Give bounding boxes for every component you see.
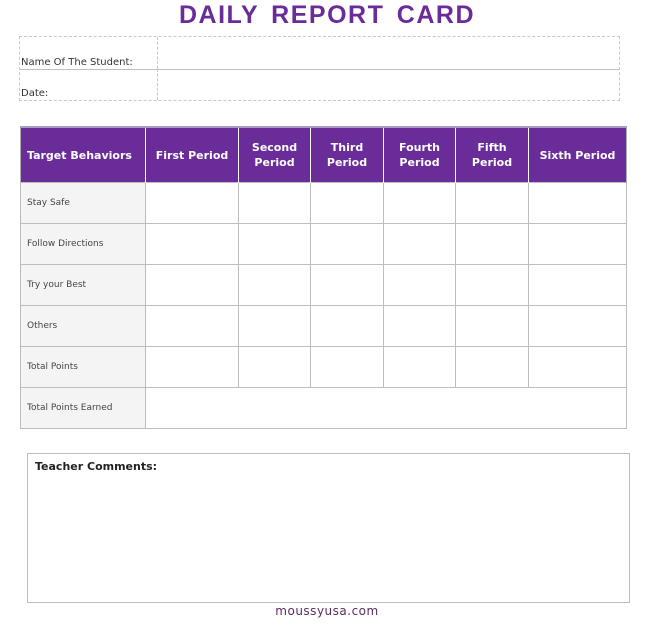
table-row: Others	[20, 305, 627, 347]
student-name-field[interactable]	[158, 37, 619, 69]
table-row: Total Points	[20, 346, 627, 388]
score-cell[interactable]	[528, 182, 627, 224]
score-cell[interactable]	[528, 346, 627, 388]
score-cell[interactable]	[145, 223, 239, 265]
footer-watermark: moussyusa.com	[275, 604, 379, 618]
table-row: Stay Safe	[20, 182, 627, 224]
score-cell[interactable]	[310, 182, 384, 224]
score-cell[interactable]	[145, 305, 239, 347]
score-cell[interactable]	[383, 182, 456, 224]
header-fifth-period: Fifth Period	[455, 126, 529, 183]
table-row-total-earned: Total Points Earned	[20, 387, 627, 429]
date-label: Date:	[20, 69, 158, 100]
header-fourth-period: Fourth Period	[383, 126, 456, 183]
score-cell[interactable]	[310, 305, 384, 347]
header-target-behaviors: Target Behaviors	[20, 126, 146, 183]
score-cell[interactable]	[455, 223, 529, 265]
score-cell[interactable]	[528, 264, 627, 306]
total-points-earned-cell[interactable]	[145, 387, 627, 429]
table-row: Try your Best	[20, 264, 627, 306]
score-cell[interactable]	[238, 346, 311, 388]
score-cell[interactable]	[145, 182, 239, 224]
student-name-row: Name Of The Student:	[20, 37, 619, 70]
score-cell[interactable]	[455, 182, 529, 224]
date-field[interactable]	[158, 69, 619, 100]
header-first-period: First Period	[145, 126, 239, 183]
teacher-comments-label: Teacher Comments:	[35, 460, 158, 473]
score-cell[interactable]	[238, 182, 311, 224]
score-cell[interactable]	[145, 264, 239, 306]
score-cell[interactable]	[383, 346, 456, 388]
row-label-try-your-best: Try your Best	[20, 264, 146, 306]
score-cell[interactable]	[238, 264, 311, 306]
score-cell[interactable]	[310, 264, 384, 306]
score-cell[interactable]	[383, 305, 456, 347]
behavior-table: Target Behaviors First Period Second Per…	[20, 126, 627, 429]
row-label-others: Others	[20, 305, 146, 347]
score-cell[interactable]	[310, 346, 384, 388]
table-row: Follow Directions	[20, 223, 627, 265]
score-cell[interactable]	[455, 305, 529, 347]
score-cell[interactable]	[310, 223, 384, 265]
score-cell[interactable]	[238, 305, 311, 347]
score-cell[interactable]	[238, 223, 311, 265]
score-cell[interactable]	[528, 305, 627, 347]
row-label-follow-directions: Follow Directions	[20, 223, 146, 265]
student-info-box: Name Of The Student: Date:	[19, 36, 620, 101]
header-second-period: Second Period	[238, 126, 311, 183]
score-cell[interactable]	[455, 346, 529, 388]
date-row: Date:	[20, 69, 619, 100]
score-cell[interactable]	[383, 264, 456, 306]
row-label-total-points: Total Points	[20, 346, 146, 388]
table-header-row: Target Behaviors First Period Second Per…	[20, 126, 627, 183]
score-cell[interactable]	[528, 223, 627, 265]
header-sixth-period: Sixth Period	[528, 126, 627, 183]
teacher-comments-box[interactable]: Teacher Comments:	[27, 453, 630, 603]
row-label-total-points-earned: Total Points Earned	[20, 387, 146, 429]
score-cell[interactable]	[383, 223, 456, 265]
header-third-period: Third Period	[310, 126, 384, 183]
score-cell[interactable]	[145, 346, 239, 388]
row-label-stay-safe: Stay Safe	[20, 182, 146, 224]
score-cell[interactable]	[455, 264, 529, 306]
student-name-label: Name Of The Student:	[20, 37, 158, 69]
page-title: DAILY REPORT CARD	[178, 1, 476, 29]
